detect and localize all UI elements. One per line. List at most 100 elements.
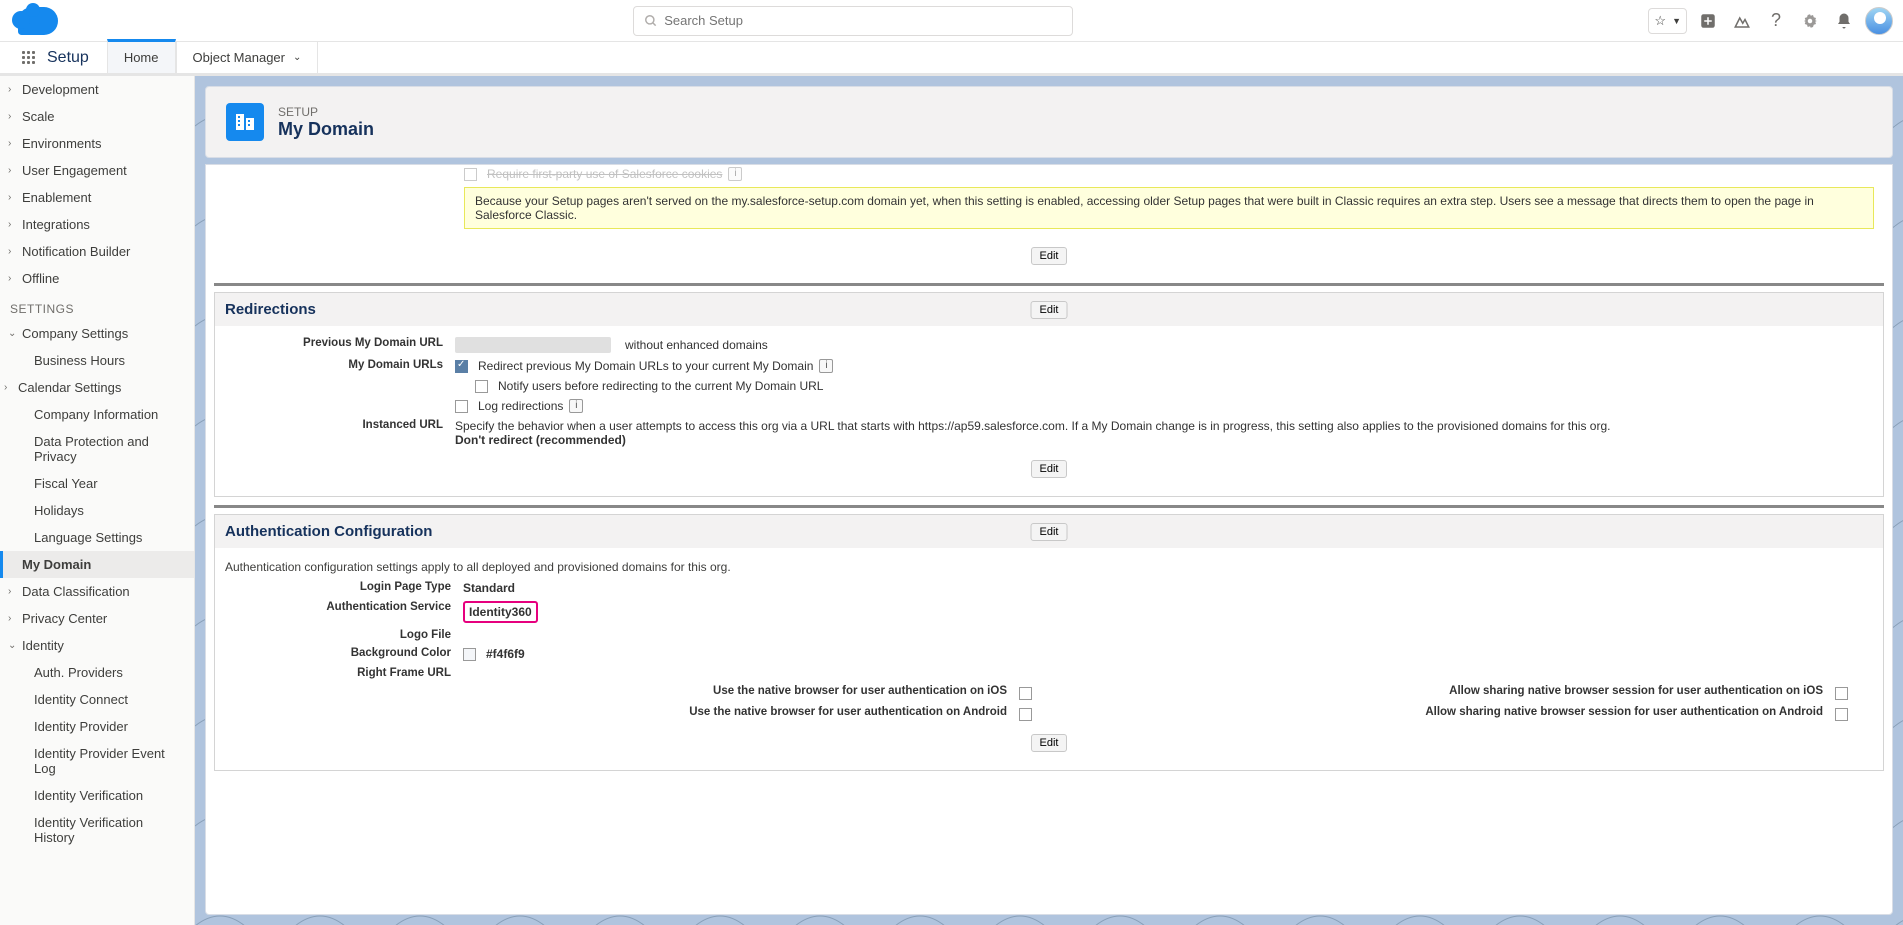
tab-label: Object Manager [193, 50, 286, 65]
auth-service-label: Authentication Service [233, 601, 463, 623]
chevron-right-icon: › [8, 111, 22, 122]
log-redirections-label: Log redirections [478, 399, 563, 413]
trailhead-icon[interactable] [1729, 8, 1755, 34]
tree-item-environments[interactable]: ›Environments [0, 130, 194, 157]
global-actions-icon[interactable] [1695, 8, 1721, 34]
tree-item-identity-verification[interactable]: Identity Verification [0, 782, 194, 809]
tree-label: Company Settings [22, 326, 128, 341]
tree-item-integrations[interactable]: ›Integrations [0, 211, 194, 238]
logo-file-label: Logo File [233, 629, 463, 641]
app-launcher-icon[interactable] [22, 51, 35, 64]
chevron-right-icon: › [8, 273, 22, 284]
tree-item-identity-connect[interactable]: Identity Connect [0, 686, 194, 713]
tree-item-my-domain[interactable]: My Domain [0, 551, 194, 578]
chevron-down-icon: ⌄ [293, 52, 301, 63]
edit-button[interactable]: Edit [1031, 734, 1068, 752]
tree-item-scale[interactable]: ›Scale [0, 103, 194, 130]
login-page-type-value: Standard [463, 581, 515, 595]
tree-label: Identity Verification [34, 788, 143, 803]
info-icon[interactable]: i [569, 399, 583, 413]
tree-item-enablement[interactable]: ›Enablement [0, 184, 194, 211]
tree-item-holidays[interactable]: Holidays [0, 497, 194, 524]
chevron-right-icon: › [8, 192, 22, 203]
tab-home[interactable]: Home [107, 39, 176, 73]
notify-users-label: Notify users before redirecting to the c… [498, 379, 823, 393]
tree-item-identity-provider[interactable]: Identity Provider [0, 713, 194, 740]
edit-button[interactable]: Edit [1031, 247, 1068, 265]
tree-item-language-settings[interactable]: Language Settings [0, 524, 194, 551]
tree-label: Notification Builder [22, 244, 130, 259]
color-swatch [463, 648, 476, 661]
chevron-right-icon: › [8, 586, 22, 597]
cookies-checkbox[interactable] [464, 168, 477, 181]
tree-item-development[interactable]: ›Development [0, 76, 194, 103]
gear-icon[interactable] [1797, 8, 1823, 34]
tree-item-identity-provider-event-log[interactable]: Identity Provider Event Log [0, 740, 194, 782]
tree-item-company-information[interactable]: Company Information [0, 401, 194, 428]
tab-object-manager[interactable]: Object Manager ⌄ [176, 42, 319, 73]
cookies-label: Require first-party use of Salesforce co… [487, 167, 722, 181]
page-title: My Domain [278, 119, 374, 140]
global-search[interactable] [633, 6, 1073, 36]
tree-item-offline[interactable]: ›Offline [0, 265, 194, 292]
chevron-right-icon: › [8, 613, 22, 624]
log-redirections-checkbox[interactable] [455, 400, 468, 413]
info-icon[interactable]: i [819, 359, 833, 373]
tree-label: User Engagement [22, 163, 127, 178]
tree-label: Data Classification [22, 584, 130, 599]
search-icon [644, 14, 658, 28]
tree-item-user-engagement[interactable]: ›User Engagement [0, 157, 194, 184]
settings-section-label: SETTINGS [0, 292, 194, 320]
tree-item-fiscal-year[interactable]: Fiscal Year [0, 470, 194, 497]
tree-item-calendar-settings[interactable]: ›Calendar Settings [0, 374, 194, 401]
native-android-checkbox[interactable] [1019, 708, 1032, 721]
redirect-prev-checkbox[interactable] [455, 360, 468, 373]
notify-users-checkbox[interactable] [475, 380, 488, 393]
tree-item-business-hours[interactable]: Business Hours [0, 347, 194, 374]
context-bar: Setup Home Object Manager ⌄ [0, 42, 1903, 76]
edit-button[interactable]: Edit [1031, 460, 1068, 478]
native-android-right-label: Allow sharing native browser session for… [1049, 706, 1835, 721]
share-android-checkbox[interactable] [1835, 708, 1848, 721]
chevron-right-icon: › [8, 165, 22, 176]
auth-intro: Authentication configuration settings ap… [223, 556, 1875, 578]
tree-label: Identity Connect [34, 692, 128, 707]
avatar[interactable] [1865, 7, 1893, 35]
tree-label: Scale [22, 109, 55, 124]
tree-item-auth-providers[interactable]: Auth. Providers [0, 659, 194, 686]
tree-item-identity[interactable]: ⌄Identity [0, 632, 194, 659]
tree-label: Identity [22, 638, 64, 653]
tree-item-company-settings[interactable]: ⌄Company Settings [0, 320, 194, 347]
help-icon[interactable]: ? [1763, 8, 1789, 34]
edit-button[interactable]: Edit [1031, 523, 1068, 541]
bell-icon[interactable] [1831, 8, 1857, 34]
tree-item-notification-builder[interactable]: ›Notification Builder [0, 238, 194, 265]
favorites-dropdown[interactable]: ☆ ▼ [1648, 8, 1687, 34]
chevron-right-icon: › [8, 138, 22, 149]
salesforce-logo [18, 7, 58, 35]
instanced-text: Specify the behavior when a user attempt… [455, 419, 1610, 433]
native-ios-checkbox[interactable] [1019, 687, 1032, 700]
tree-label: Integrations [22, 217, 90, 232]
auth-service-value: Identity360 [463, 601, 538, 623]
tree-item-data-protection[interactable]: Data Protection and Privacy [0, 428, 194, 470]
tree-label: Fiscal Year [34, 476, 98, 491]
page-header: SETUP My Domain [205, 86, 1893, 158]
tree-label: Identity Provider [34, 719, 128, 734]
share-ios-checkbox[interactable] [1835, 687, 1848, 700]
section-title: Redirections [225, 301, 316, 318]
info-icon[interactable]: i [728, 167, 742, 181]
bg-color-value: #f4f6f9 [486, 647, 525, 661]
tree-item-privacy-center[interactable]: ›Privacy Center [0, 605, 194, 632]
tree-item-data-classification[interactable]: ›Data Classification [0, 578, 194, 605]
search-input[interactable] [664, 13, 1062, 28]
native-ios-right-label: Allow sharing native browser session for… [1049, 685, 1835, 700]
chevron-down-icon: ⌄ [8, 640, 22, 651]
right-frame-value [463, 667, 1865, 679]
auth-config-panel: Authentication Configuration Edit Authen… [214, 514, 1884, 771]
content-scroll[interactable]: Require first-party use of Salesforce co… [205, 164, 1893, 915]
logo-file-value [463, 629, 1865, 641]
chevron-down-icon: ⌄ [8, 328, 22, 339]
tree-item-identity-verification-history[interactable]: Identity Verification History [0, 809, 194, 851]
edit-button[interactable]: Edit [1031, 301, 1068, 319]
